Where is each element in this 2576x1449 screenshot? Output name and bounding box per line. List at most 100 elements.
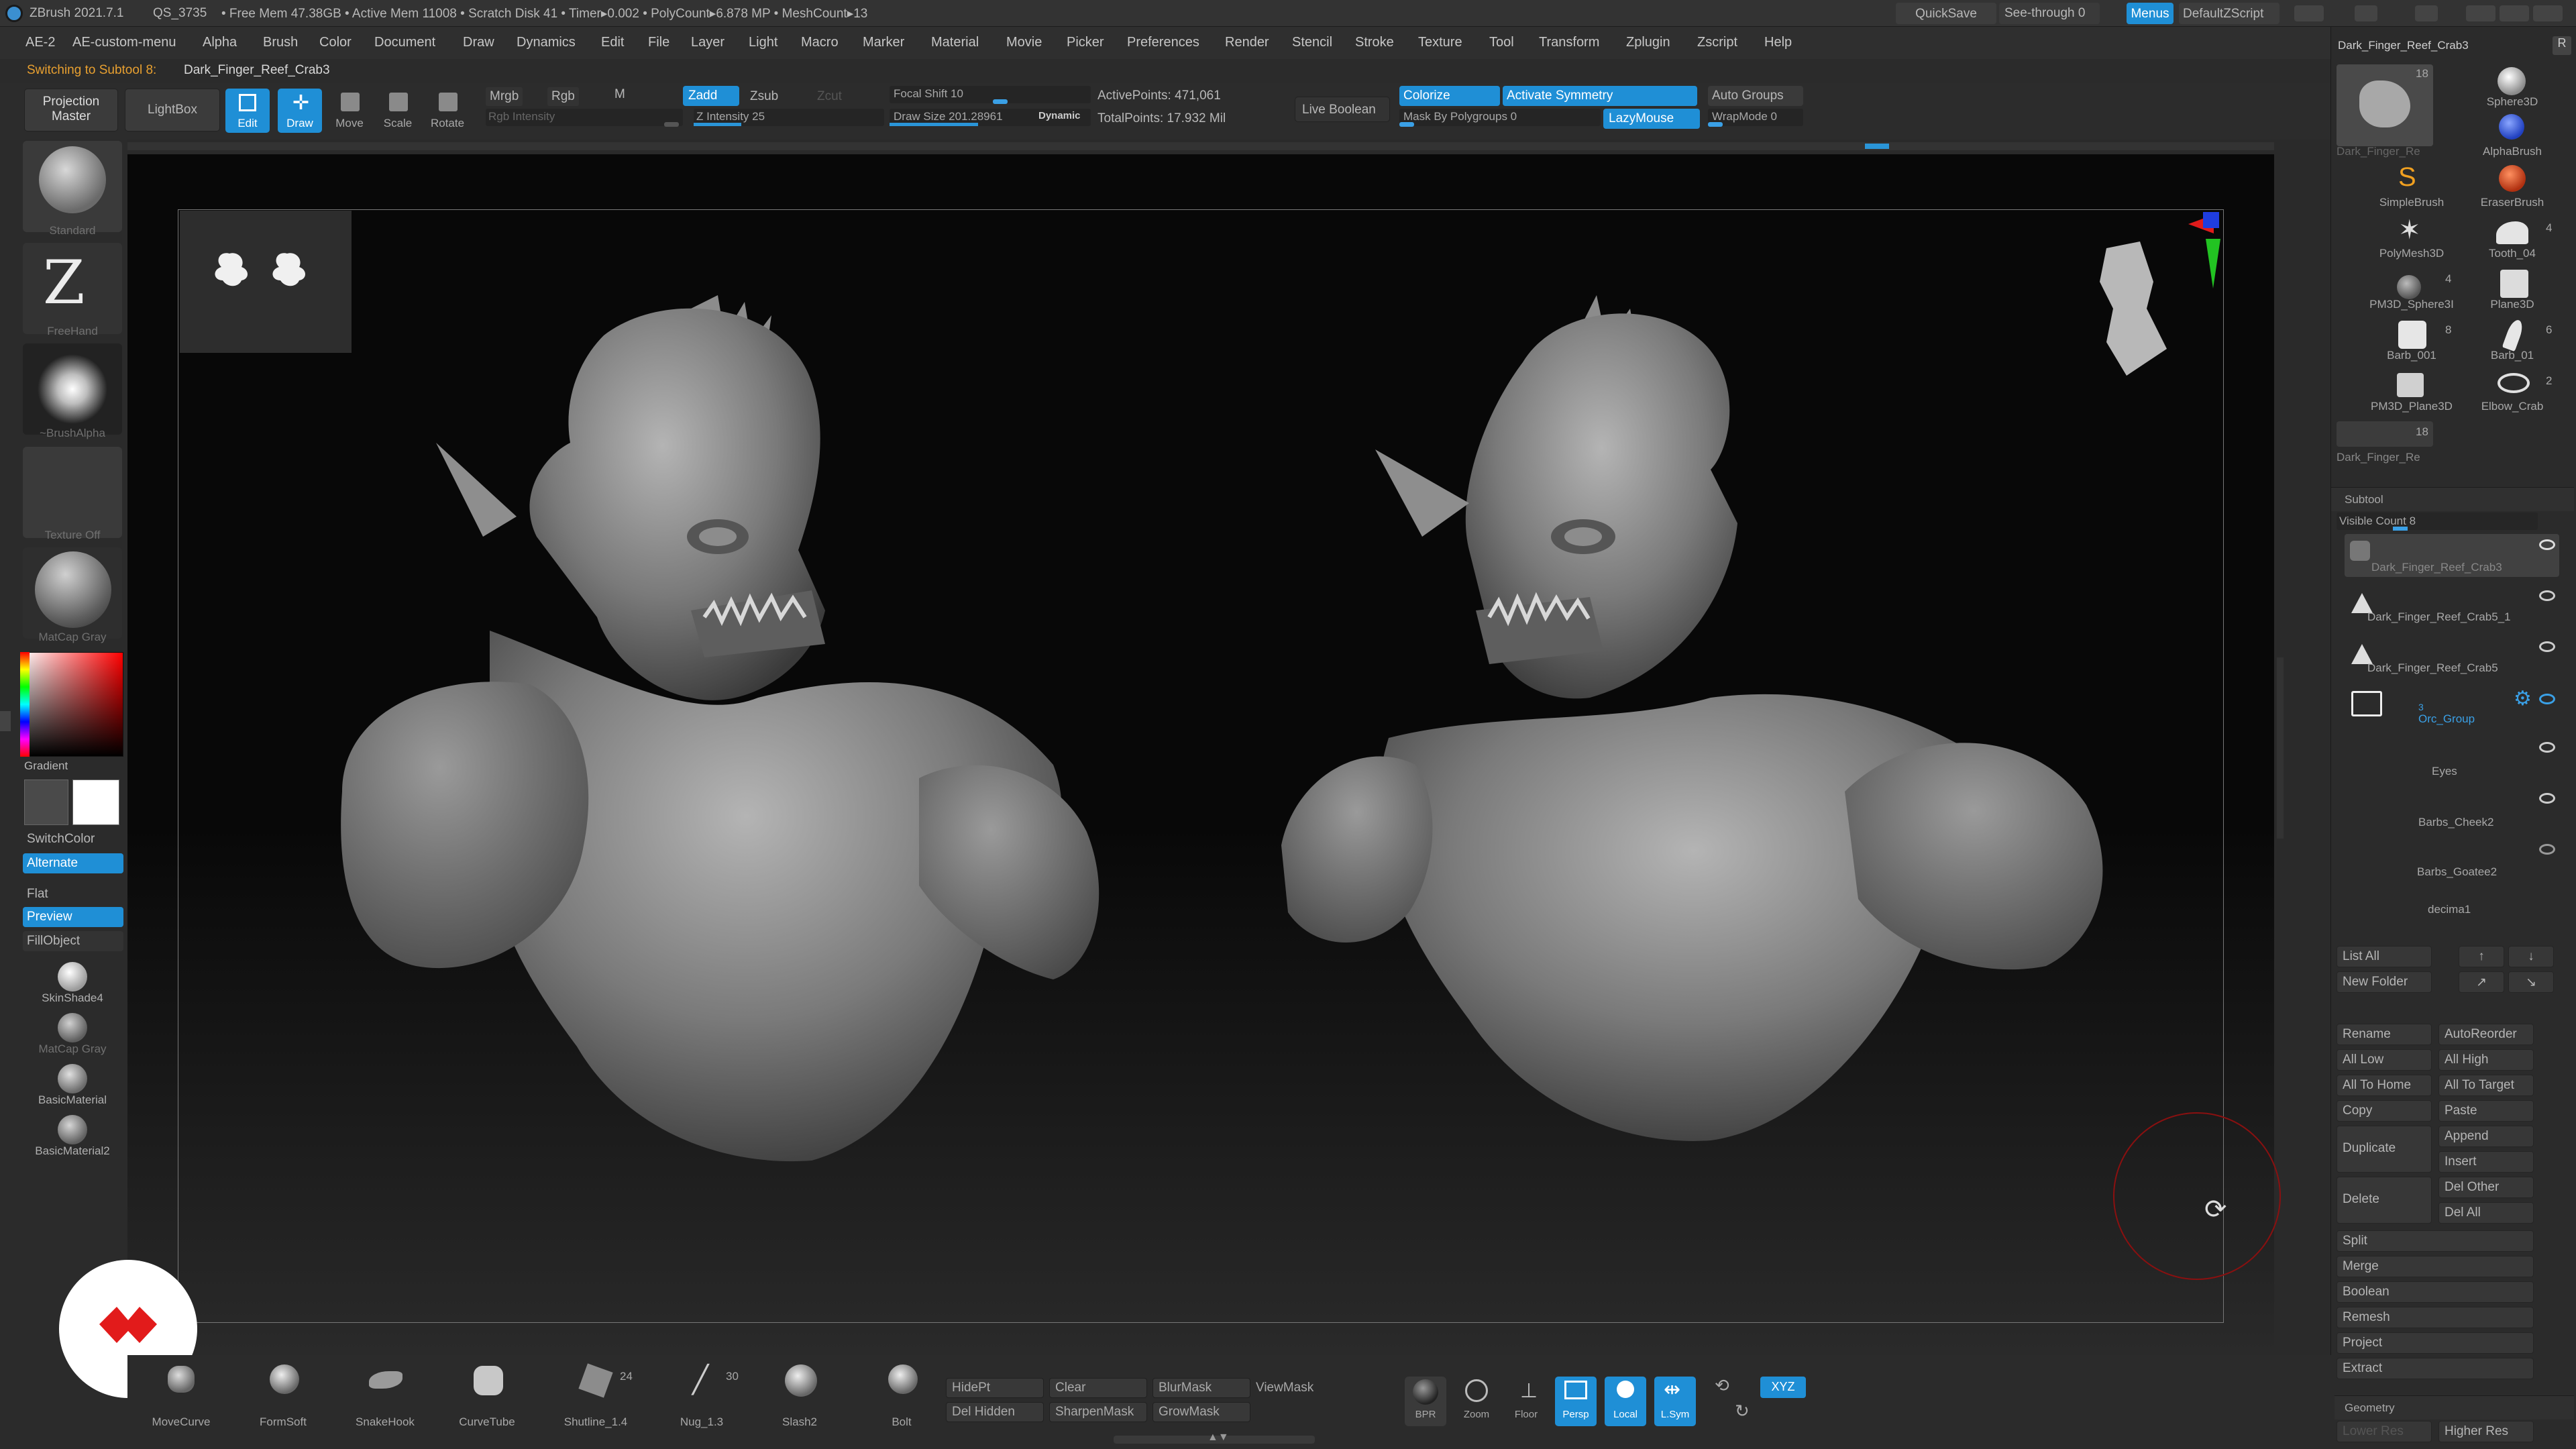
focal-shift-slider[interactable]: Focal Shift 10 bbox=[890, 86, 1091, 104]
menu-ae-2[interactable]: AE-2 bbox=[25, 35, 55, 50]
menu-layer[interactable]: Layer bbox=[691, 35, 724, 50]
menu-file[interactable]: File bbox=[648, 35, 669, 50]
rename-button[interactable]: Rename bbox=[2337, 1024, 2432, 1045]
flat-button[interactable]: Flat bbox=[23, 884, 123, 904]
menu-movie[interactable]: Movie bbox=[1006, 35, 1042, 50]
nav-gizmo[interactable] bbox=[2080, 208, 2227, 382]
menus-toggle[interactable]: Menus bbox=[2127, 3, 2174, 24]
mat-basic-icon[interactable] bbox=[58, 1064, 87, 1093]
zadd-button[interactable]: Zadd bbox=[683, 86, 739, 106]
maximize-icon[interactable] bbox=[2500, 5, 2529, 21]
mask-by-polygroups-slider[interactable]: Mask By Polygroups 0 bbox=[1399, 109, 1601, 127]
all-high-button[interactable]: All High bbox=[2438, 1049, 2534, 1071]
menu-stencil[interactable]: Stencil bbox=[1292, 35, 1332, 50]
duplicate-button[interactable]: Duplicate bbox=[2337, 1126, 2432, 1173]
close-icon[interactable] bbox=[2533, 5, 2563, 21]
see-through-slider[interactable]: See-through 0 bbox=[1999, 3, 2100, 24]
material-thumb[interactable] bbox=[23, 547, 122, 639]
auto-groups-button[interactable]: Auto Groups bbox=[1708, 86, 1803, 106]
menu-edit[interactable]: Edit bbox=[601, 35, 624, 50]
brush-movecurve[interactable]: MoveCurve bbox=[141, 1360, 221, 1434]
simplebrush-icon[interactable]: S bbox=[2398, 162, 2416, 193]
remesh-button[interactable]: Remesh bbox=[2337, 1307, 2534, 1328]
move-up-button[interactable]: ↗ bbox=[2459, 971, 2504, 993]
rotate-arrow-icon[interactable]: ⟳ bbox=[2204, 1194, 2227, 1225]
folder-gear-icon[interactable]: ⚙ bbox=[2514, 687, 2532, 710]
menu-material[interactable]: Material bbox=[931, 35, 979, 50]
dynamic-toggle[interactable]: Dynamic bbox=[1038, 110, 1081, 121]
menu-marker[interactable]: Marker bbox=[863, 35, 904, 50]
list-all-button[interactable]: List All bbox=[2337, 946, 2432, 967]
subtool-1-eye-icon[interactable] bbox=[2539, 590, 2555, 601]
edit-button[interactable]: Edit bbox=[225, 89, 270, 133]
mat-matcapgray-icon[interactable] bbox=[58, 1013, 87, 1042]
blurmask-button[interactable]: BlurMask bbox=[1152, 1378, 1250, 1398]
sphere3d-icon[interactable] bbox=[2498, 67, 2526, 95]
clear-button[interactable]: Clear bbox=[1049, 1378, 1147, 1398]
project-button[interactable]: Project bbox=[2337, 1332, 2534, 1354]
viewport-handle-right[interactable] bbox=[2277, 657, 2284, 839]
geometry-header[interactable]: Geometry bbox=[2331, 1395, 2574, 1419]
insert-button[interactable]: Insert bbox=[2438, 1151, 2534, 1173]
preview-button[interactable]: Preview bbox=[23, 907, 123, 927]
append-button[interactable]: Append bbox=[2438, 1126, 2534, 1147]
live-boolean-button[interactable]: Live Boolean bbox=[1295, 97, 1390, 122]
tool-thumb-0[interactable]: 18 bbox=[2337, 64, 2433, 146]
new-folder-button[interactable]: New Folder bbox=[2337, 971, 2432, 993]
brush-standard-thumb[interactable] bbox=[23, 141, 122, 232]
viewport-handle-left[interactable] bbox=[0, 711, 11, 731]
subtool-6-eye-icon[interactable] bbox=[2539, 844, 2555, 855]
wrapmode-slider[interactable]: WrapMode 0 bbox=[1708, 109, 1803, 127]
folder-eye-icon[interactable] bbox=[2539, 694, 2555, 704]
all-low-button[interactable]: All Low bbox=[2337, 1049, 2432, 1071]
menu-texture[interactable]: Texture bbox=[1418, 35, 1462, 50]
subtool-item-1[interactable]: Dark_Finger_Reef_Crab5_1 bbox=[2345, 584, 2559, 627]
menu-macro[interactable]: Macro bbox=[801, 35, 839, 50]
brush-curvetube[interactable]: CurveTube bbox=[447, 1360, 527, 1434]
scale-button[interactable]: Scale bbox=[376, 89, 420, 133]
menu-zscript[interactable]: Zscript bbox=[1697, 35, 1737, 50]
menu-light[interactable]: Light bbox=[749, 35, 777, 50]
sharpenmask-button[interactable]: SharpenMask bbox=[1049, 1402, 1147, 1422]
menu-stroke[interactable]: Stroke bbox=[1355, 35, 1394, 50]
sculpt-bust-right[interactable] bbox=[1241, 295, 2140, 1248]
split-button[interactable]: Split bbox=[2337, 1230, 2534, 1252]
del-all-button[interactable]: Del All bbox=[2438, 1202, 2534, 1224]
alternate-button[interactable]: Alternate bbox=[23, 853, 123, 873]
rgb-intensity-slider[interactable]: Rgb Intensity bbox=[486, 109, 683, 127]
quicksave-button[interactable]: QuickSave bbox=[1896, 3, 1996, 24]
subtool-item-2[interactable]: Dark_Finger_Reef_Crab5 bbox=[2345, 635, 2559, 678]
lower-res-button[interactable]: Lower Res bbox=[2337, 1421, 2432, 1442]
viewmask-button[interactable]: ViewMask bbox=[1256, 1381, 1313, 1395]
menu-dynamics[interactable]: Dynamics bbox=[517, 35, 576, 50]
secondary-color-swatch[interactable] bbox=[72, 780, 119, 825]
polymesh3d-icon[interactable]: ✶ bbox=[2398, 215, 2421, 246]
brush-alpha-thumb[interactable] bbox=[23, 343, 122, 435]
mat-basic2-icon[interactable] bbox=[58, 1115, 87, 1144]
bpr-button[interactable]: BPR bbox=[1405, 1377, 1446, 1426]
floor-button[interactable]: ⊥ Floor bbox=[1505, 1377, 1547, 1426]
tool-thumb-13[interactable]: 18 bbox=[2337, 421, 2433, 447]
del-other-button[interactable]: Del Other bbox=[2438, 1177, 2534, 1198]
menu-render[interactable]: Render bbox=[1225, 35, 1269, 50]
growmask-button[interactable]: GrowMask bbox=[1152, 1402, 1250, 1422]
help-icon[interactable] bbox=[2355, 5, 2377, 21]
lsym-button[interactable]: ⇹ L.Sym bbox=[1654, 1377, 1696, 1426]
barb001-icon[interactable] bbox=[2398, 321, 2426, 349]
elbowcrab-icon[interactable] bbox=[2498, 373, 2530, 393]
subtool-item-5[interactable]: Barbs_Cheek2 bbox=[2345, 789, 2559, 829]
persp-button[interactable]: Persp bbox=[1555, 1377, 1597, 1426]
draw-button[interactable]: ✛ Draw bbox=[278, 89, 322, 133]
subtool-item-0[interactable]: Dark_Finger_Reef_Crab3 bbox=[2345, 534, 2559, 577]
paste-button[interactable]: Paste bbox=[2438, 1100, 2534, 1122]
shelf-collapse-handle[interactable]: ▲▼ bbox=[1114, 1432, 1315, 1444]
brush-bolt[interactable]: Bolt bbox=[861, 1360, 942, 1434]
menu-document[interactable]: Document bbox=[374, 35, 435, 50]
default-zscript-button[interactable]: DefaultZScript bbox=[2179, 3, 2279, 24]
copy-button[interactable]: Copy bbox=[2337, 1100, 2432, 1122]
rgb-button[interactable]: Rgb bbox=[547, 87, 579, 106]
menu-picker[interactable]: Picker bbox=[1067, 35, 1104, 50]
rotate-button[interactable]: Rotate bbox=[425, 89, 470, 133]
menu-zplugin[interactable]: Zplugin bbox=[1626, 35, 1670, 50]
menu-alpha[interactable]: Alpha bbox=[203, 35, 237, 50]
